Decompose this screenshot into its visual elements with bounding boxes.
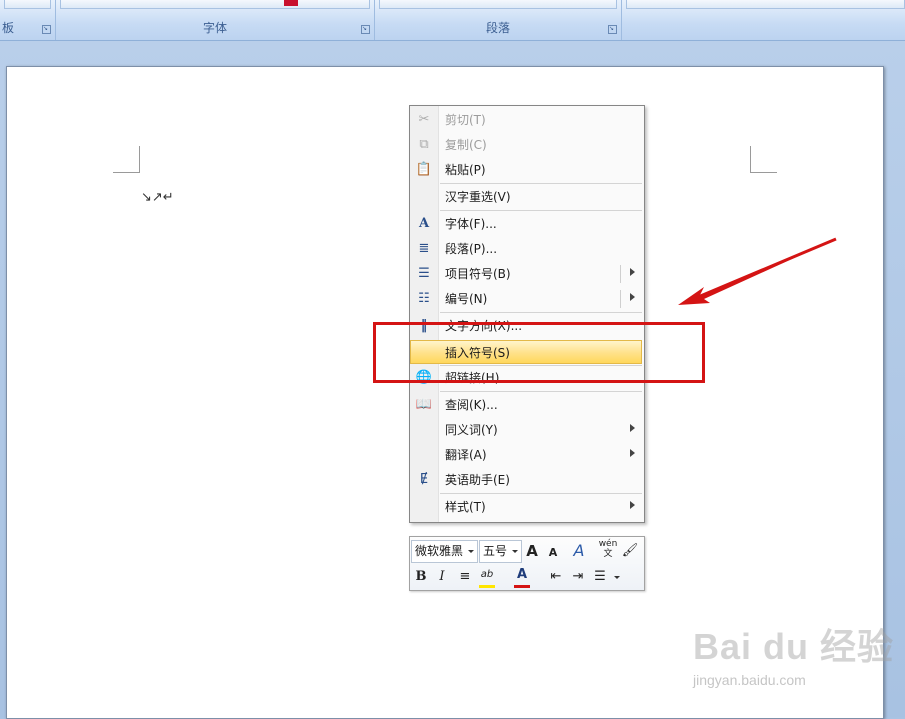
dialog-launcher-icon[interactable]: ↘	[361, 25, 370, 34]
highlight-color-bar	[479, 585, 495, 588]
submenu-arrow-icon	[630, 501, 635, 509]
ribbon-group-label: 段落	[485, 21, 510, 35]
increase-indent-icon[interactable]: ⇥	[570, 567, 586, 587]
menu-item-synonyms[interactable]: 同义词(Y)	[411, 418, 643, 442]
menu-item-paragraph[interactable]: ≣ 段落(P)...	[411, 237, 643, 261]
font-color-swatch[interactable]	[284, 0, 298, 6]
annotation-arrow-icon	[678, 237, 837, 305]
menu-item-label: 英语助手(E)	[445, 473, 510, 487]
ribbon-group-styles	[622, 0, 905, 40]
bold-button[interactable]: B	[414, 567, 428, 587]
mini-toolbar: 微软雅黑 五号 A A A wén 文 🖌 B I ≡ ab A ⇤ ⇥ ☰	[409, 536, 645, 591]
chevron-down-icon[interactable]	[614, 576, 620, 579]
menu-item-reconvert[interactable]: 汉字重选(V)	[411, 185, 643, 209]
styles-icon[interactable]: A	[568, 541, 590, 561]
chevron-down-icon	[468, 550, 474, 553]
clipboard-icon: 📋	[415, 162, 433, 177]
dialog-launcher-icon[interactable]: ↘	[608, 25, 617, 34]
menu-item-styles[interactable]: 样式(T)	[411, 495, 643, 519]
menu-item-lookup[interactable]: 📖 查阅(K)...	[411, 393, 643, 417]
ribbon-controls[interactable]	[60, 0, 370, 9]
menu-item-label: 复制(C)	[445, 138, 487, 152]
menu-item-font[interactable]: A 字体(F)...	[411, 212, 643, 236]
font-size-value: 五号	[483, 544, 508, 558]
menu-item-label: 样式(T)	[445, 500, 486, 514]
font-icon: A	[418, 216, 430, 231]
menu-item-translate[interactable]: 翻译(A)	[411, 443, 643, 467]
format-painter-icon[interactable]: 🖌	[621, 541, 639, 561]
margin-corner-mark-left	[113, 146, 140, 173]
margin-corner-mark-right	[750, 146, 777, 173]
menu-item-label: 剪切(T)	[445, 113, 486, 127]
menu-item-bullets[interactable]: ☰ 项目符号(B)	[411, 262, 643, 286]
numbering-icon: ☷	[418, 291, 430, 306]
menu-item-label: 查阅(K)...	[445, 398, 498, 412]
menu-item-label: 编号(N)	[445, 292, 488, 306]
split-divider	[620, 290, 621, 308]
annotation-highlight-box	[373, 322, 705, 383]
ribbon-controls[interactable]	[626, 0, 905, 9]
ribbon-group-font: 字体 ↘	[56, 0, 375, 40]
bullets-icon[interactable]: ☰	[592, 567, 608, 587]
menu-item-paste[interactable]: 📋 粘贴(P)	[411, 158, 643, 182]
dialog-launcher-icon[interactable]: ↘	[42, 25, 51, 34]
ribbon-group-label: 字体	[202, 21, 227, 35]
menu-item-copy[interactable]: ⧉ 复制(C)	[411, 133, 643, 157]
menu-item-label: 汉字重选(V)	[445, 190, 511, 204]
chevron-down-icon	[512, 550, 518, 553]
copy-icon: ⧉	[419, 137, 429, 152]
menu-separator	[440, 493, 642, 494]
ribbon-controls[interactable]	[379, 0, 617, 9]
menu-separator	[440, 312, 642, 313]
menu-item-numbering[interactable]: ☷ 编号(N)	[411, 287, 643, 311]
bullets-icon: ☰	[418, 266, 430, 281]
submenu-arrow-icon	[630, 424, 635, 432]
italic-button[interactable]: I	[435, 567, 449, 587]
menu-item-label: 项目符号(B)	[445, 267, 511, 281]
submenu-arrow-icon[interactable]	[630, 268, 635, 276]
menu-separator	[440, 391, 642, 392]
menu-item-cut[interactable]: ✂ 剪切(T)	[411, 108, 643, 132]
menu-item-english-assistant[interactable]: Ɇ 英语助手(E)	[411, 468, 643, 492]
ribbon-group-clipboard: 板 ↘	[0, 0, 56, 40]
shrink-font-icon[interactable]: A	[546, 543, 560, 563]
decrease-indent-icon[interactable]: ⇤	[548, 567, 564, 587]
context-menu: ✂ 剪切(T) ⧉ 复制(C) 📋 粘贴(P) 汉字重选(V) A 字体(F).…	[409, 105, 645, 523]
scissors-icon: ✂	[418, 112, 430, 127]
text-highlight-icon[interactable]: ab	[478, 565, 496, 585]
menu-separator	[440, 183, 642, 184]
submenu-arrow-icon[interactable]	[630, 293, 635, 301]
menu-item-label: 段落(P)...	[445, 242, 498, 256]
font-size-dropdown[interactable]: 五号	[479, 540, 522, 563]
menu-item-label: 粘贴(P)	[445, 163, 486, 177]
font-color-icon[interactable]: A	[514, 565, 530, 585]
baidu-watermark: Bai du 经验 jingyan.baidu.com	[693, 618, 898, 698]
split-divider	[620, 265, 621, 283]
font-name-dropdown[interactable]: 微软雅黑	[411, 540, 478, 563]
book-search-icon: 📖	[415, 397, 433, 412]
phonetic-guide-icon[interactable]: wén 文	[598, 539, 618, 559]
paragraph-marks: ↘↗↵	[141, 190, 174, 205]
submenu-arrow-icon	[630, 449, 635, 457]
center-align-icon[interactable]: ≡	[457, 567, 473, 587]
watermark-url: jingyan.baidu.com	[693, 672, 806, 688]
ribbon: 板 ↘ 字体 ↘ 段落 ↘	[0, 0, 905, 41]
menu-item-label: 翻译(A)	[445, 448, 487, 462]
menu-item-label: 字体(F)...	[445, 217, 497, 231]
english-assistant-icon: Ɇ	[419, 472, 429, 487]
ribbon-group-paragraph: 段落 ↘	[375, 0, 622, 40]
paragraph-icon: ≣	[418, 241, 430, 256]
menu-separator	[440, 210, 642, 211]
watermark-logo: Bai du 经验	[693, 626, 895, 667]
grow-font-icon[interactable]: A	[524, 541, 540, 561]
font-color-bar	[514, 585, 530, 588]
menu-item-label: 同义词(Y)	[445, 423, 498, 437]
ribbon-controls	[4, 0, 51, 9]
font-name-value: 微软雅黑	[415, 544, 464, 558]
